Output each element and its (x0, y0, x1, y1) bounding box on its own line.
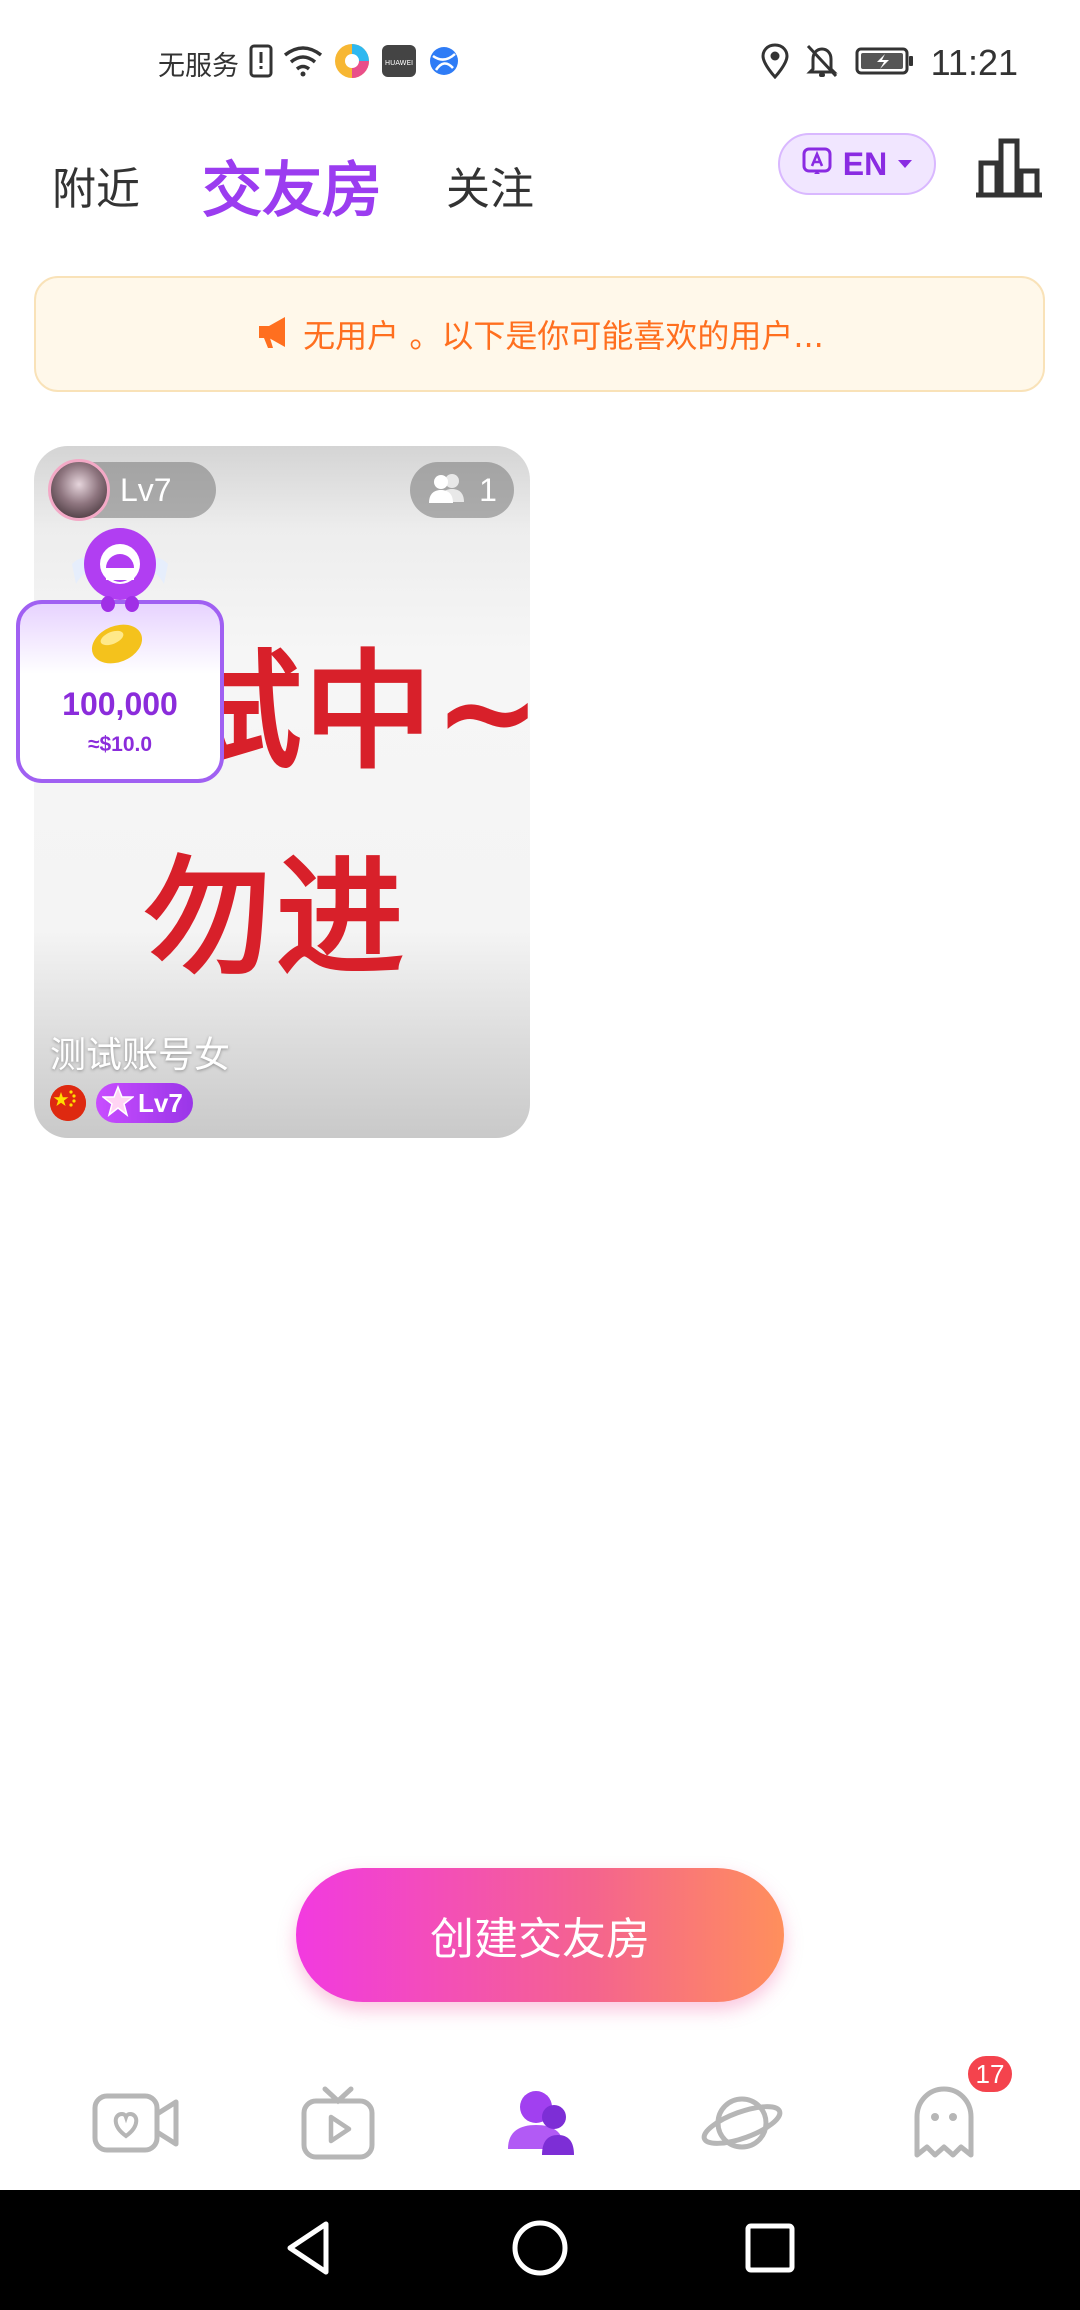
planet-icon (698, 2087, 786, 2163)
megaphone-icon (255, 314, 293, 354)
browser-icon (427, 44, 461, 82)
member-count: 1 (479, 471, 497, 508)
china-flag-icon (50, 1085, 86, 1121)
reward-usd-value: ≈$10.0 (87, 733, 153, 756)
svg-text:HUAWEI: HUAWEI (385, 59, 413, 67)
language-label: EN (842, 145, 888, 182)
cover-text-line2: 勿进 (144, 844, 409, 993)
live-tv-icon (301, 2085, 375, 2165)
room-owner-chip: Lv7 (48, 459, 216, 521)
bottom-nav (0, 2058, 1080, 2188)
no-user-notice: 无用户 。以下是你可能喜欢的用户... (34, 276, 1045, 392)
video-call-icon (92, 2090, 180, 2160)
recents-icon (742, 2220, 798, 2280)
owner-avatar (48, 459, 110, 521)
status-right: 11:21 (761, 38, 1018, 88)
nav-discover[interactable] (694, 2082, 790, 2168)
party-room-icon (502, 2087, 578, 2163)
system-home-button[interactable] (500, 2210, 580, 2290)
users-icon (427, 472, 467, 508)
home-icon (510, 2218, 570, 2282)
language-switch-button[interactable]: EN (778, 133, 936, 195)
carrier-label: 无服务 (158, 50, 239, 82)
ranking-chart-icon (972, 138, 1046, 203)
battery-icon (855, 46, 915, 80)
messages-ghost-icon (911, 2085, 977, 2165)
app-icon (333, 42, 371, 84)
ranking-button[interactable] (972, 135, 1046, 199)
huawei-icon: HUAWEI (381, 44, 417, 82)
mascot-icon (72, 520, 168, 620)
mute-icon (805, 43, 839, 83)
system-recents-button[interactable] (730, 2210, 810, 2290)
tab-party-room[interactable]: 交友房 (202, 125, 382, 245)
nav-messages[interactable] (896, 2082, 992, 2168)
location-icon (761, 43, 789, 83)
sim-alert-icon (249, 44, 273, 82)
message-count-badge: 17 (966, 2054, 1014, 2094)
cover-text-line1: 试中~ (174, 638, 530, 787)
user-level: Lv7 (138, 1087, 183, 1118)
status-left: 无服务 HUAWEI (158, 40, 461, 86)
member-count-chip: 1 (410, 462, 514, 518)
tab-nearby[interactable]: 附近 (52, 125, 140, 245)
system-navigation-bar (0, 2190, 1080, 2310)
user-level-badge: Lv7 (96, 1083, 193, 1123)
nav-party-room[interactable] (492, 2082, 588, 2168)
nav-live[interactable] (290, 2082, 386, 2168)
caret-down-icon (897, 155, 913, 174)
status-bar: 无服务 HUAWEI 11:21 (0, 0, 1080, 125)
gold-bean-icon (88, 620, 146, 666)
tab-following[interactable]: 关注 (446, 125, 534, 245)
create-room-button[interactable]: 创建交友房 (296, 1868, 784, 2002)
back-icon (280, 2218, 336, 2282)
owner-level: Lv7 (120, 471, 172, 508)
translate-icon (801, 146, 833, 182)
room-badges: Lv7 (50, 1082, 193, 1124)
system-back-button[interactable] (268, 2210, 348, 2290)
notice-text: 无用户 。以下是你可能喜欢的用户... (303, 317, 824, 355)
clock: 11:21 (930, 42, 1018, 83)
room-name: 测试账号女 (50, 1035, 231, 1076)
top-tab-bar: 附近 交友房 关注 EN (0, 125, 1080, 245)
star-icon (100, 1084, 136, 1121)
nav-video-chat[interactable] (88, 2082, 184, 2168)
reward-popup[interactable]: 100,000 ≈$10.0 (16, 520, 226, 785)
reward-amount: 100,000 (62, 686, 178, 722)
wifi-icon (283, 45, 323, 81)
